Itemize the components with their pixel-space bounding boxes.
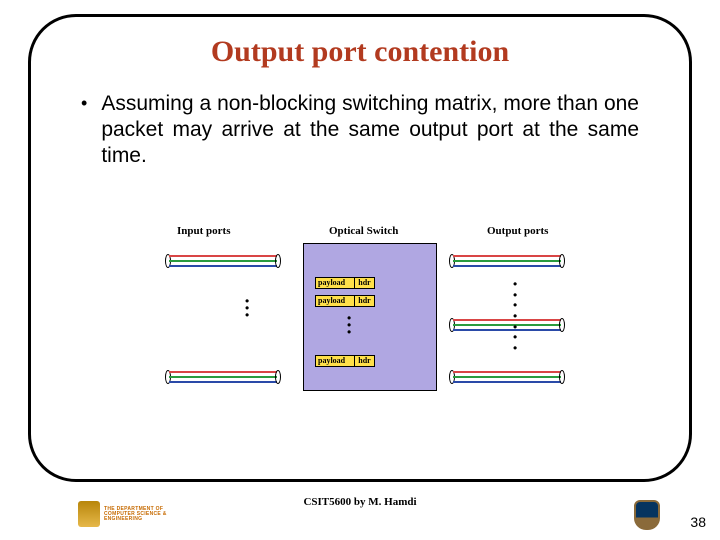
label-optical-switch: Optical Switch xyxy=(329,225,398,237)
slide-title: Output port contention xyxy=(31,17,689,69)
packet-header: hdr xyxy=(355,277,375,289)
packet-1: payload hdr xyxy=(315,277,375,289)
ellipsis-output: ••••••• xyxy=(513,281,517,351)
input-bus-top xyxy=(169,255,277,267)
packet-payload: payload xyxy=(315,355,355,367)
label-input-ports: Input ports xyxy=(177,225,231,237)
packet-2: payload hdr xyxy=(315,295,375,307)
department-text: THE DEPARTMENT OF COMPUTER SCIENCE & ENG… xyxy=(104,507,167,522)
course-footer: CSIT5600 by M. Hamdi xyxy=(0,496,720,508)
bullet-marker: • xyxy=(81,91,87,169)
ellipsis-switch: ••• xyxy=(347,315,351,336)
optical-switch-box xyxy=(303,243,437,391)
bullet-item: • Assuming a non-blocking switching matr… xyxy=(31,69,689,169)
university-logo-icon xyxy=(634,500,660,530)
bullet-text: Assuming a non-blocking switching matrix… xyxy=(101,91,639,169)
output-bus-2 xyxy=(453,319,561,331)
output-bus-1 xyxy=(453,255,561,267)
page-number: 38 xyxy=(690,514,706,530)
label-output-ports: Output ports xyxy=(487,225,548,237)
slide-footer: THE DEPARTMENT OF COMPUTER SCIENCE & ENG… xyxy=(0,486,720,534)
output-bus-3 xyxy=(453,371,561,383)
packet-payload: payload xyxy=(315,295,355,307)
packet-3: payload hdr xyxy=(315,355,375,367)
slide-frame: Output port contention • Assuming a non-… xyxy=(28,14,692,482)
switch-diagram: Input ports Optical Switch Output ports … xyxy=(153,225,573,405)
ellipsis-input: ••• xyxy=(245,298,249,319)
packet-payload: payload xyxy=(315,277,355,289)
input-bus-bottom xyxy=(169,371,277,383)
packet-header: hdr xyxy=(355,355,375,367)
packet-header: hdr xyxy=(355,295,375,307)
